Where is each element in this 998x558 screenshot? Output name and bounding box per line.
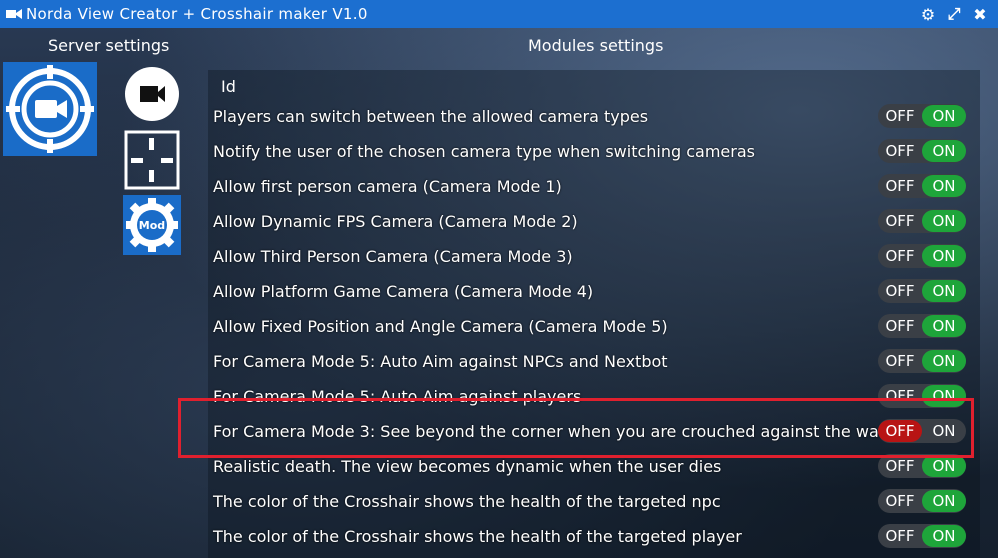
crosshair-icon [124, 130, 180, 190]
module-row-label: Players can switch between the allowed c… [213, 106, 649, 126]
module-row: The color of the Crosshair shows the hea… [213, 485, 973, 517]
on-off-toggle[interactable]: OFF ON [878, 209, 966, 233]
toggle-off-option[interactable]: OFF [878, 315, 922, 337]
app-logo [3, 62, 97, 156]
module-row-label: Allow Third Person Camera (Camera Mode 3… [213, 246, 573, 266]
mod-gear-icon: Mod [126, 198, 178, 252]
camera-target-logo-icon [6, 65, 94, 153]
toggle-off-option[interactable]: OFF [878, 105, 922, 127]
toggle-off-option[interactable]: OFF [878, 245, 922, 267]
toggle-on-option[interactable]: ON [922, 315, 966, 337]
toggle-off-option[interactable]: OFF [878, 525, 922, 547]
module-row-label: The color of the Crosshair shows the hea… [213, 526, 742, 546]
module-row: Allow Third Person Camera (Camera Mode 3… [213, 240, 973, 272]
toggle-off-option[interactable]: OFF [878, 175, 922, 197]
toggle-off-option[interactable]: OFF [878, 455, 922, 477]
window-title: Norda View Creator + Crosshair maker V1.… [26, 5, 368, 23]
on-off-toggle[interactable]: OFF ON [878, 489, 966, 513]
on-off-toggle[interactable]: OFF ON [878, 314, 966, 338]
gear-icon[interactable]: ⚙ [918, 4, 938, 24]
toggle-off-option[interactable]: OFF [878, 350, 922, 372]
toggle-on-option[interactable]: ON [922, 245, 966, 267]
toggle-off-option[interactable]: OFF [878, 490, 922, 512]
module-row-label: For Camera Mode 5: Auto Aim against NPCs… [213, 351, 668, 371]
mod-button[interactable]: Mod [123, 195, 181, 255]
expand-icon[interactable]: ⤢ [944, 4, 964, 24]
video-camera-icon [6, 9, 22, 19]
module-row: Allow Dynamic FPS Camera (Camera Mode 2)… [213, 205, 973, 237]
toggle-off-option[interactable]: OFF [878, 280, 922, 302]
module-row-label: Allow Dynamic FPS Camera (Camera Mode 2) [213, 211, 578, 231]
module-row-label: Allow Platform Game Camera (Camera Mode … [213, 281, 594, 301]
module-row: Allow Fixed Position and Angle Camera (C… [213, 310, 973, 342]
module-row-label: Realistic death. The view becomes dynami… [213, 456, 722, 476]
module-row-label: The color of the Crosshair shows the hea… [213, 491, 721, 511]
module-row: Allow first person camera (Camera Mode 1… [213, 170, 973, 202]
toggle-off-option[interactable]: OFF [878, 210, 922, 232]
module-row: The color of the Crosshair shows the hea… [213, 520, 973, 552]
server-settings-header: Server settings [48, 36, 170, 55]
toggle-on-option[interactable]: ON [922, 455, 966, 477]
module-row: For Camera Mode 5: Auto Aim against NPCs… [213, 345, 973, 377]
toggle-on-option[interactable]: ON [922, 140, 966, 162]
module-row: Players can switch between the allowed c… [213, 100, 973, 132]
toggle-on-option[interactable]: ON [922, 490, 966, 512]
module-row-label: Allow Fixed Position and Angle Camera (C… [213, 316, 668, 336]
title-bar: Norda View Creator + Crosshair maker V1.… [0, 0, 998, 28]
on-off-toggle[interactable]: OFF ON [878, 244, 966, 268]
toggle-on-option[interactable]: ON [922, 280, 966, 302]
video-camera-icon [125, 67, 179, 121]
highlight-box [178, 398, 974, 458]
module-row-label: Allow first person camera (Camera Mode 1… [213, 176, 562, 196]
toggle-on-option[interactable]: ON [922, 105, 966, 127]
toggle-on-option[interactable]: ON [922, 210, 966, 232]
toggle-on-option[interactable]: ON [922, 350, 966, 372]
close-icon[interactable]: ✖ [970, 4, 990, 24]
module-row: Allow Platform Game Camera (Camera Mode … [213, 275, 973, 307]
on-off-toggle[interactable]: OFF ON [878, 104, 966, 128]
crosshair-button[interactable] [123, 130, 181, 190]
on-off-toggle[interactable]: OFF ON [878, 139, 966, 163]
id-column-header: Id [221, 77, 236, 96]
on-off-toggle[interactable]: OFF ON [878, 174, 966, 198]
module-row: Notify the user of the chosen camera typ… [213, 135, 973, 167]
toggle-on-option[interactable]: ON [922, 175, 966, 197]
on-off-toggle[interactable]: OFF ON [878, 279, 966, 303]
module-row-label: Notify the user of the chosen camera typ… [213, 141, 755, 161]
mod-label: Mod [139, 219, 165, 232]
on-off-toggle[interactable]: OFF ON [878, 524, 966, 548]
modules-settings-header: Modules settings [528, 36, 664, 55]
camera-button[interactable] [123, 66, 181, 126]
toggle-on-option[interactable]: ON [922, 525, 966, 547]
toggle-off-option[interactable]: OFF [878, 140, 922, 162]
on-off-toggle[interactable]: OFF ON [878, 349, 966, 373]
